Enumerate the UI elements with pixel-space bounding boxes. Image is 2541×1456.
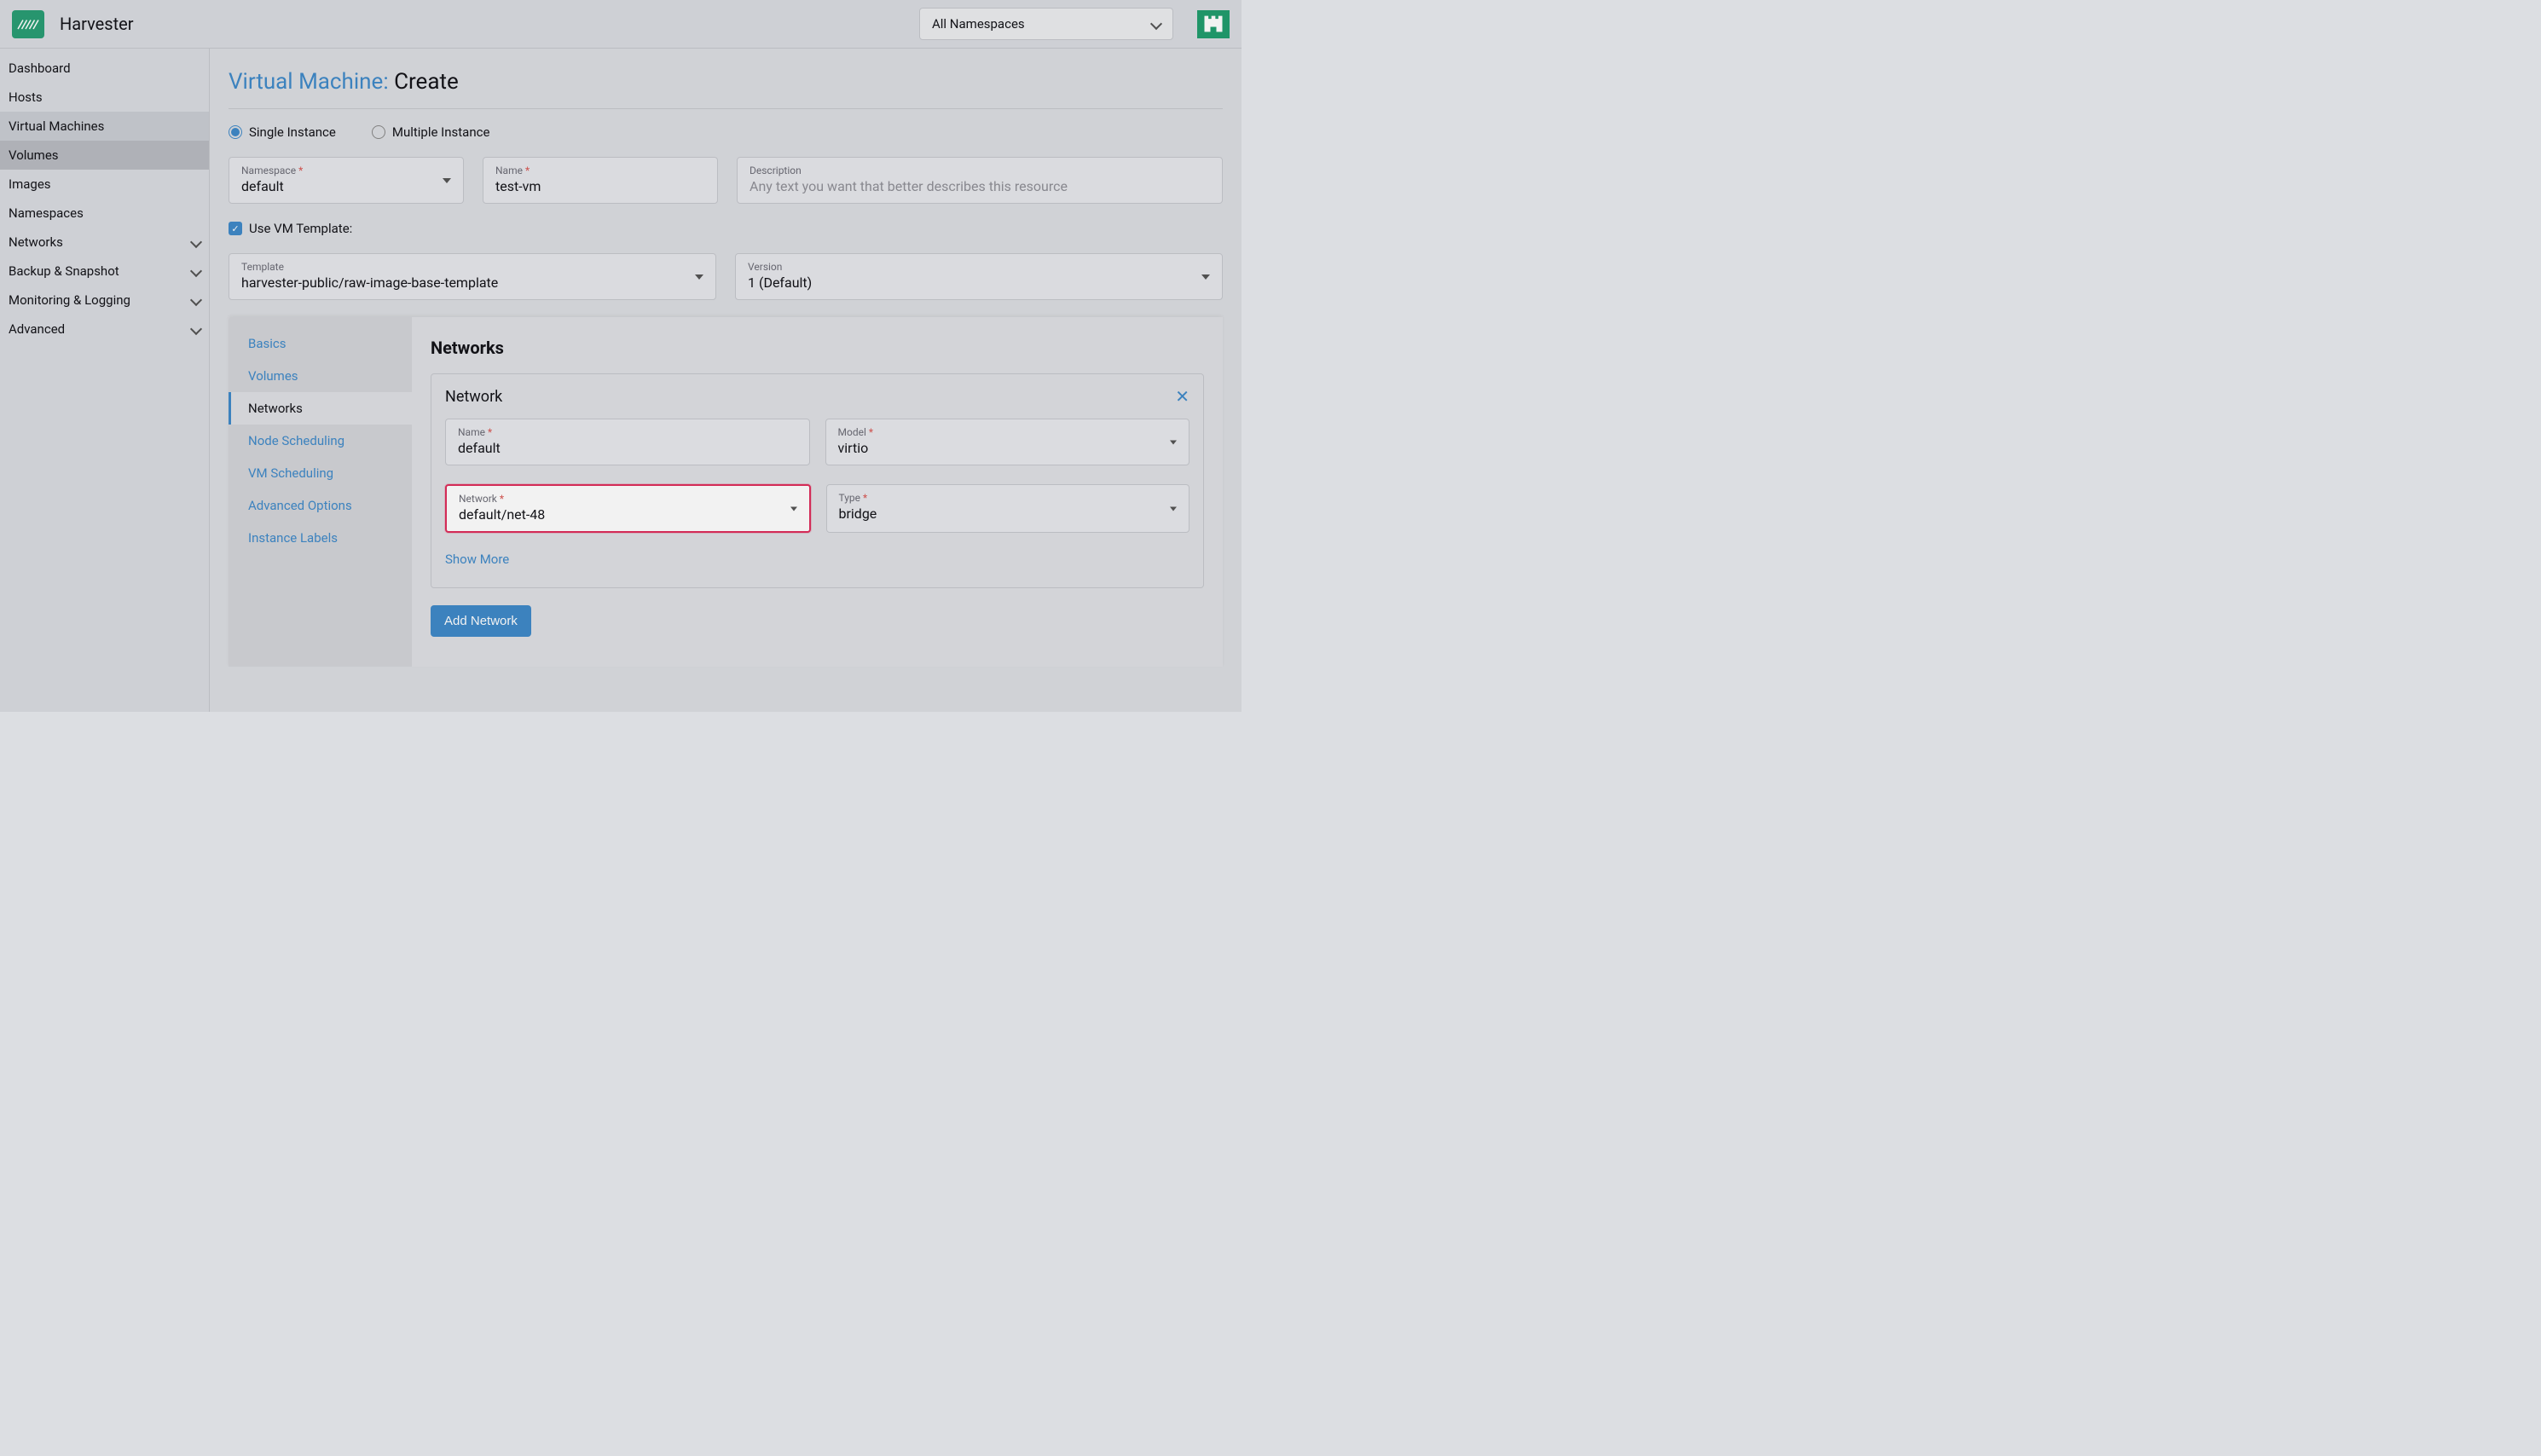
main-content: Virtual Machine: Create Single Instance … bbox=[210, 49, 1242, 712]
chevron-down-icon bbox=[192, 321, 200, 337]
namespace-field[interactable]: Namespace * default bbox=[229, 157, 464, 204]
use-template-row[interactable]: ✓ Use VM Template: bbox=[229, 221, 1223, 236]
network-model-field[interactable]: Model * virtio bbox=[825, 419, 1190, 465]
network-card-header: Network ✕ bbox=[445, 386, 1189, 407]
tab-advanced-options[interactable]: Advanced Options bbox=[229, 489, 412, 522]
sidebar-item-label: Dashboard bbox=[9, 61, 71, 76]
tab-volumes[interactable]: Volumes bbox=[229, 360, 412, 392]
radio-dot-icon bbox=[229, 125, 242, 139]
brand-title: Harvester bbox=[60, 14, 134, 34]
network-network-label: Network * bbox=[459, 493, 797, 505]
template-label: Template bbox=[241, 261, 703, 273]
sidebar-item-label: Advanced bbox=[9, 321, 65, 337]
name-field[interactable]: Name * test-vm bbox=[483, 157, 718, 204]
tab-node-scheduling[interactable]: Node Scheduling bbox=[229, 425, 412, 457]
network-name-value: default bbox=[458, 440, 797, 456]
network-card: Network ✕ Name * default Model * virtio bbox=[431, 373, 1204, 588]
show-more-link[interactable]: Show More bbox=[445, 552, 509, 567]
template-value: harvester-public/raw-image-base-template bbox=[241, 274, 703, 291]
top-header: Harvester All Namespaces bbox=[0, 0, 1242, 49]
name-value: test-vm bbox=[495, 178, 705, 194]
chevron-down-icon bbox=[192, 263, 200, 279]
sidebar: Dashboard Hosts Virtual Machines Volumes Ima… bbox=[0, 49, 210, 712]
network-network-field[interactable]: Network * default/net-48 bbox=[445, 484, 811, 533]
sidebar-item-virtual-machines[interactable]: Virtual Machines bbox=[0, 112, 209, 141]
tab-basics[interactable]: Basics bbox=[229, 327, 412, 360]
template-field[interactable]: Template harvester-public/raw-image-base… bbox=[229, 253, 716, 300]
tab-vm-scheduling[interactable]: VM Scheduling bbox=[229, 457, 412, 489]
network-name-field[interactable]: Name * default bbox=[445, 419, 810, 465]
sidebar-item-networks[interactable]: Networks bbox=[0, 228, 209, 257]
instance-mode-row: Single Instance Multiple Instance bbox=[229, 124, 1223, 140]
sidebar-item-dashboard[interactable]: Dashboard bbox=[0, 54, 209, 83]
namespace-selector[interactable]: All Namespaces bbox=[919, 8, 1173, 40]
app-logo[interactable] bbox=[1197, 10, 1230, 38]
sidebar-item-label: Volumes bbox=[9, 147, 59, 163]
network-type-label: Type * bbox=[839, 492, 1178, 504]
sidebar-item-hosts[interactable]: Hosts bbox=[0, 83, 209, 112]
radio-multiple-instance[interactable]: Multiple Instance bbox=[372, 124, 490, 140]
sidebar-item-monitoring-logging[interactable]: Monitoring & Logging bbox=[0, 286, 209, 315]
tabs-panel: BasicsVolumesNetworksNode SchedulingVM S… bbox=[229, 317, 1223, 667]
sidebar-item-label: Namespaces bbox=[9, 205, 84, 221]
network-card-title: Network bbox=[445, 388, 502, 406]
sidebar-item-images[interactable]: Images bbox=[0, 170, 209, 199]
sidebar-item-volumes[interactable]: Volumes bbox=[0, 141, 209, 170]
checkbox-checked-icon: ✓ bbox=[229, 222, 242, 235]
page-title: Virtual Machine: Create bbox=[229, 69, 1223, 109]
version-field[interactable]: Version 1 (Default) bbox=[735, 253, 1223, 300]
network-type-field[interactable]: Type * bridge bbox=[826, 484, 1190, 533]
castle-icon bbox=[1201, 12, 1225, 36]
version-value: 1 (Default) bbox=[748, 274, 1210, 291]
wheat-icon bbox=[15, 15, 41, 32]
network-model-value: virtio bbox=[838, 440, 1178, 456]
sidebar-item-advanced[interactable]: Advanced bbox=[0, 315, 209, 344]
namespace-label: Namespace * bbox=[241, 165, 451, 176]
version-label: Version bbox=[748, 261, 1210, 273]
network-model-label: Model * bbox=[838, 426, 1178, 438]
sidebar-item-namespaces[interactable]: Namespaces bbox=[0, 199, 209, 228]
networks-section-title: Networks bbox=[431, 338, 1204, 358]
chevron-down-icon bbox=[192, 234, 200, 250]
page-title-action: Create bbox=[394, 69, 459, 95]
sidebar-item-label: Networks bbox=[9, 234, 63, 250]
namespace-selected-value: All Namespaces bbox=[932, 16, 1025, 32]
add-network-button[interactable]: Add Network bbox=[431, 605, 531, 637]
radio-dot-icon bbox=[372, 125, 385, 139]
close-icon[interactable]: ✕ bbox=[1175, 386, 1189, 407]
radio-multiple-label: Multiple Instance bbox=[392, 124, 490, 140]
chevron-down-icon bbox=[192, 292, 200, 308]
sidebar-item-label: Hosts bbox=[9, 90, 43, 105]
radio-single-label: Single Instance bbox=[249, 124, 336, 140]
sidebar-item-label: Monitoring & Logging bbox=[9, 292, 130, 308]
sidebar-item-backup-snapshot[interactable]: Backup & Snapshot bbox=[0, 257, 209, 286]
name-label: Name * bbox=[495, 165, 705, 176]
tab-instance-labels[interactable]: Instance Labels bbox=[229, 522, 412, 554]
harvester-logo[interactable] bbox=[12, 10, 44, 38]
network-name-label: Name * bbox=[458, 426, 797, 438]
network-type-value: bridge bbox=[839, 506, 1178, 522]
tab-networks[interactable]: Networks bbox=[229, 392, 412, 425]
sidebar-item-label: Backup & Snapshot bbox=[9, 263, 119, 279]
use-template-label: Use VM Template: bbox=[249, 221, 352, 236]
page-title-prefix: Virtual Machine: bbox=[229, 69, 394, 95]
network-network-value: default/net-48 bbox=[459, 506, 797, 523]
tab-content-networks: Networks Network ✕ Name * default Model … bbox=[412, 317, 1223, 667]
description-label: Description bbox=[750, 165, 1210, 176]
sidebar-item-label: Images bbox=[9, 176, 51, 192]
description-placeholder: Any text you want that better describes … bbox=[750, 178, 1210, 194]
chevron-down-icon bbox=[1152, 16, 1161, 32]
sidebar-item-label: Virtual Machines bbox=[9, 118, 104, 134]
tabs-column: BasicsVolumesNetworksNode SchedulingVM S… bbox=[229, 317, 412, 667]
description-field[interactable]: Description Any text you want that bette… bbox=[737, 157, 1223, 204]
namespace-value: default bbox=[241, 178, 451, 194]
radio-single-instance[interactable]: Single Instance bbox=[229, 124, 336, 140]
